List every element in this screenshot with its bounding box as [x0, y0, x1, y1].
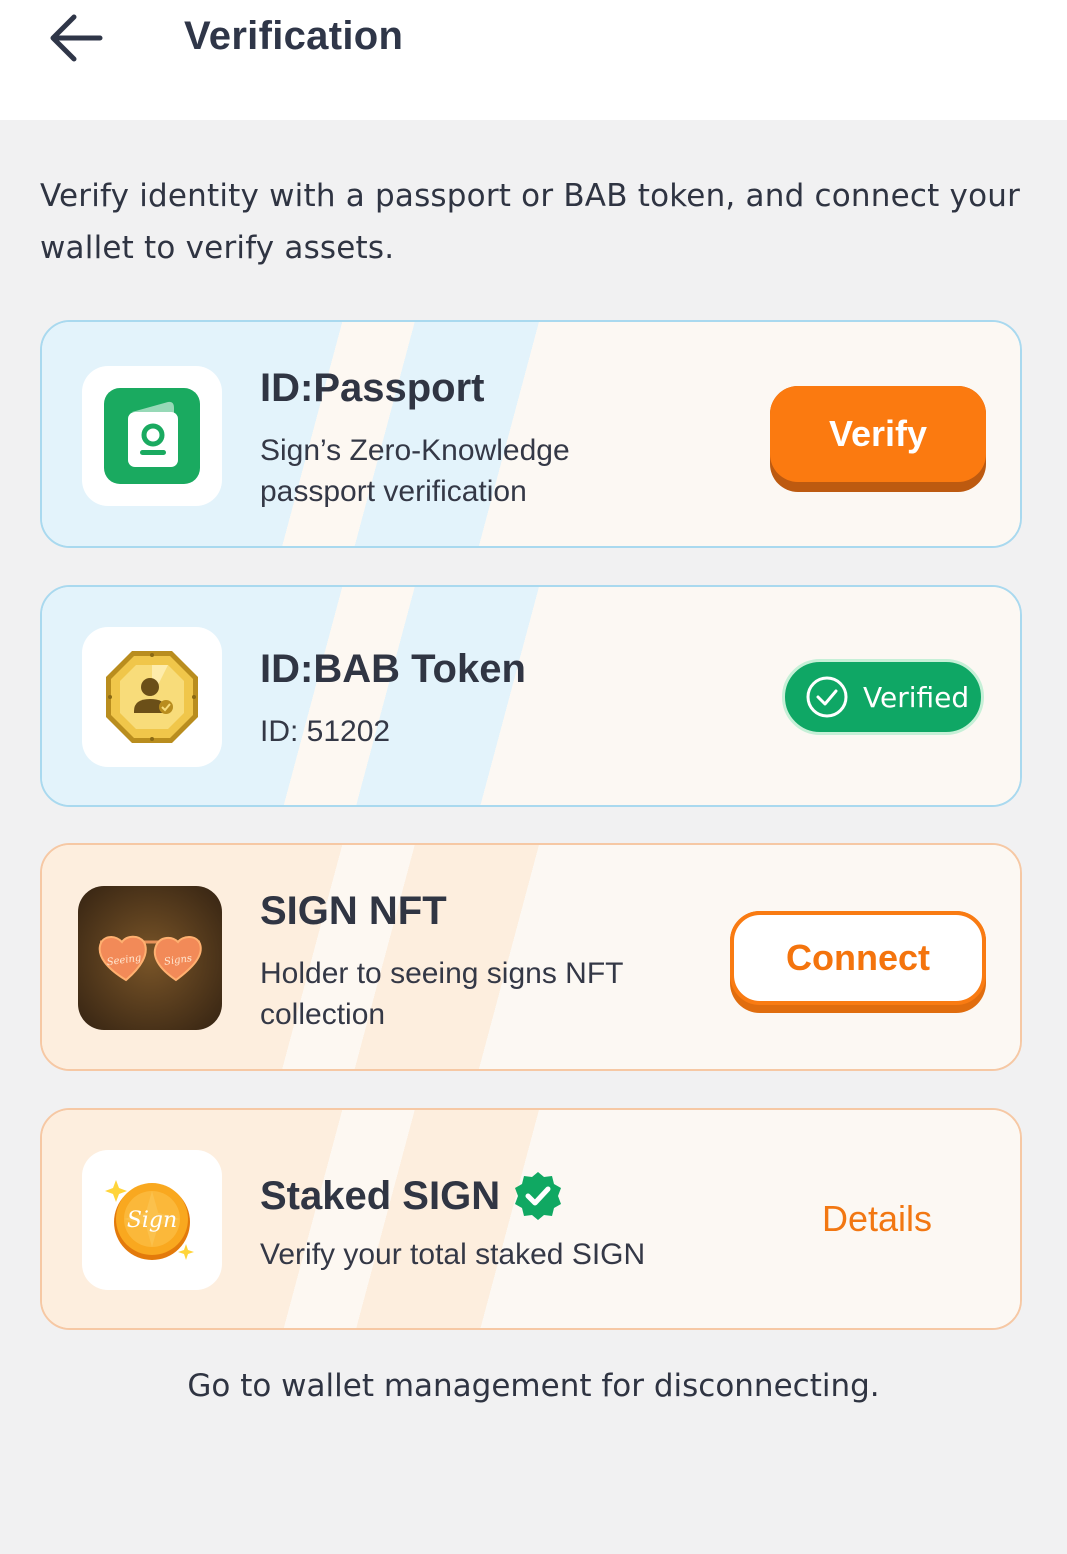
back-button[interactable] — [40, 8, 112, 68]
connect-button[interactable]: Connect — [730, 911, 986, 1013]
passport-icon — [104, 388, 200, 484]
sign-coin-icon: Sign — [105, 1180, 194, 1260]
top-bar: Verification — [0, 0, 1067, 120]
staked-sign-title: Staked SIGN — [260, 1173, 501, 1218]
sign-coin-icon-tile: Sign — [82, 1150, 222, 1290]
bab-token-id: ID: 51202 — [260, 715, 391, 748]
bab-token-card: ID:BAB Token ID: 51202 Verified — [40, 585, 1022, 807]
passport-card: ID:Passport Sign’s Zero-Knowledge passpo… — [40, 320, 1022, 548]
verify-button-label: Verify — [770, 386, 986, 482]
verified-label: Verified — [863, 680, 970, 714]
passport-title: ID:Passport — [260, 366, 485, 410]
intro-text: Verify identity with a passport or BAB t… — [40, 178, 1021, 266]
page-title: Verification — [184, 14, 404, 58]
bab-token-badge-icon — [106, 651, 198, 743]
verified-seal-icon — [515, 1172, 562, 1220]
arrow-left-icon — [50, 14, 103, 62]
bab-token-icon-tile — [82, 627, 222, 767]
verify-button[interactable]: Verify — [770, 386, 986, 492]
staked-sign-card: Sign Staked SIGN Verify your total stake… — [40, 1108, 1022, 1330]
coin-label: Sign — [127, 1208, 177, 1233]
connect-button-label: Connect — [730, 911, 986, 1005]
passport-icon-tile — [82, 366, 222, 506]
bab-token-title: ID:BAB Token — [260, 647, 526, 691]
staked-sign-description: Verify your total staked SIGN — [260, 1238, 646, 1271]
sign-nft-description: Holder to seeing signs NFT collection — [260, 957, 623, 1031]
sign-nft-card: Seeing Signs SIGN NFT Holder to seeing s… — [40, 843, 1022, 1071]
details-link[interactable]: Details — [822, 1198, 932, 1240]
footer-note: Go to wallet management for disconnectin… — [187, 1368, 880, 1404]
check-circle-icon — [806, 676, 848, 718]
heart-sunglasses-nft-image: Seeing Signs — [78, 886, 222, 1030]
verified-badge: Verified — [782, 659, 984, 735]
passport-description: Sign’s Zero-Knowledge passport verificat… — [260, 434, 570, 508]
nft-image: Seeing Signs — [78, 886, 222, 1030]
staked-sign-title-row: Staked SIGN — [260, 1170, 564, 1222]
sign-nft-title: SIGN NFT — [260, 889, 447, 933]
